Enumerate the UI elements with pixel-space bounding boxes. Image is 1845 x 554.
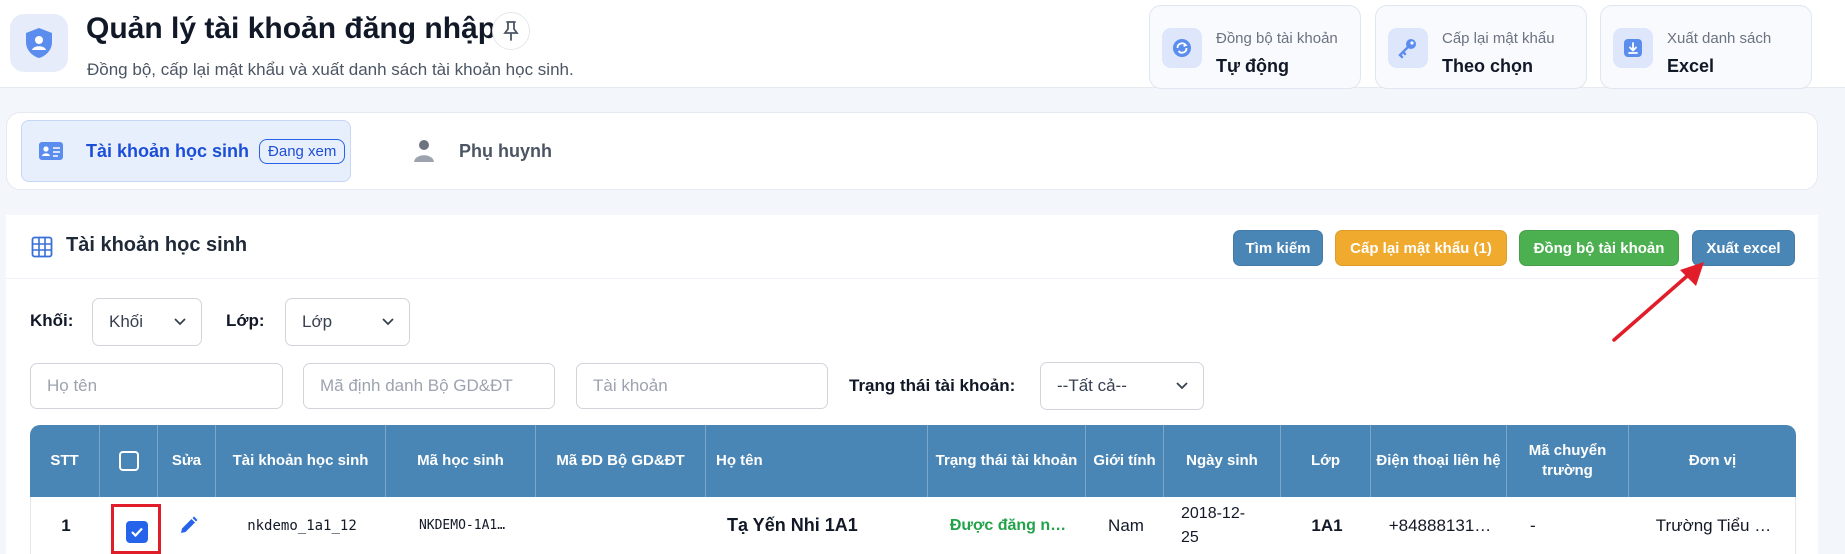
tab-label: Phụ huynh xyxy=(459,140,552,161)
row-select-highlight xyxy=(111,504,161,554)
summary-card-label: Đồng bộ tài khoản xyxy=(1216,30,1338,47)
grade-filter-label: Khối: xyxy=(30,311,74,330)
summary-card-reset-password: Cấp lại mật khẩu Theo chọn xyxy=(1375,5,1587,89)
column-header-status: Trạng thái tài khoản xyxy=(928,425,1086,497)
grade-select-value: Khối xyxy=(109,312,144,331)
tab-parents[interactable]: Phụ huynh xyxy=(395,120,595,182)
student-accounts-panel: Tài khoản học sinh Tìm kiếm Cấp lại mật … xyxy=(6,215,1818,554)
cell-phone: +84888131… xyxy=(1388,515,1492,535)
page-subtitle: Đồng bộ, cấp lại mật khẩu và xuất danh s… xyxy=(87,60,574,79)
column-header-unit: Đơn vị xyxy=(1688,451,1737,469)
pin-button[interactable] xyxy=(492,12,530,50)
column-header-edit: Sửa xyxy=(158,425,216,497)
class-select-value: Lớp xyxy=(302,312,333,331)
row-select-checkbox[interactable] xyxy=(126,521,148,543)
column-header-select[interactable] xyxy=(100,425,158,497)
tab-label: Tài khoản học sinh xyxy=(86,140,250,161)
class-filter-label: Lớp: xyxy=(226,311,265,330)
account-status-select[interactable]: --Tất cả-- xyxy=(1040,362,1204,410)
cell-account: nkdemo_1a1_12 xyxy=(247,517,357,534)
table-row: 1 nkdemo_1a1_12 NKDEMO-1A1… Tạ Yến Nhi 1… xyxy=(30,497,1796,554)
summary-card-export: Xuất danh sách Excel xyxy=(1600,5,1812,89)
column-header-account: Tài khoản học sinh xyxy=(216,425,386,497)
cell-gender: Nam xyxy=(1108,515,1144,535)
page-title: Quản lý tài khoản đăng nhập xyxy=(86,12,497,45)
annotation-arrow xyxy=(1612,262,1704,342)
page-header: Quản lý tài khoản đăng nhập Đồng bộ, cấp… xyxy=(0,0,1845,89)
cell-transfer-code: - xyxy=(1530,515,1536,535)
edit-button[interactable] xyxy=(159,497,217,554)
grade-select[interactable]: Khối xyxy=(92,298,202,346)
cell-stt: 1 xyxy=(61,515,71,535)
sync-icon xyxy=(1162,28,1202,68)
shield-user-icon xyxy=(10,14,68,72)
reset-password-button[interactable]: Cấp lại mật khẩu (1) xyxy=(1335,230,1507,266)
chevron-down-icon xyxy=(382,318,394,326)
key-icon xyxy=(1388,28,1428,68)
pencil-icon xyxy=(181,516,198,533)
panel-header: Tài khoản học sinh Tìm kiếm Cấp lại mật … xyxy=(6,215,1818,279)
users-icon xyxy=(409,136,439,166)
cell-status: Được đăng n… xyxy=(949,516,1067,534)
cell-class: 1A1 xyxy=(1311,515,1343,535)
moet-id-input[interactable]: Mã định danh Bộ GD&ĐT xyxy=(303,363,555,409)
column-header-student-code: Mã học sinh xyxy=(386,425,536,497)
summary-card-label: Cấp lại mật khẩu xyxy=(1442,30,1555,47)
tab-active-badge: Đang xem xyxy=(259,138,346,164)
check-icon xyxy=(131,527,143,538)
select-all-checkbox[interactable] xyxy=(118,451,139,471)
chevron-down-icon xyxy=(174,318,186,326)
cell-moet-id xyxy=(537,497,707,554)
class-select[interactable]: Lớp xyxy=(285,298,410,346)
summary-card-label: Xuất danh sách xyxy=(1667,30,1772,47)
column-header-class: Lớp xyxy=(1281,425,1371,497)
table-header: STT Sửa Tài khoản học sinh Mã học sinh M… xyxy=(30,425,1796,497)
summary-card-sync: Đồng bộ tài khoản Tự động xyxy=(1149,5,1361,89)
pin-icon xyxy=(503,21,519,41)
cell-dob: 2018-12- 25 xyxy=(1181,504,1246,546)
panel-title: Tài khoản học sinh xyxy=(66,234,248,256)
column-header-stt: STT xyxy=(30,425,100,497)
summary-card-value: Tự động xyxy=(1216,56,1290,76)
column-header-phone: Điện thoại liên hệ xyxy=(1371,425,1507,497)
column-header-dob: Ngày sinh xyxy=(1164,425,1281,497)
column-header-moet-id: Mã ĐD Bộ GD&ĐT xyxy=(536,425,706,497)
cell-student-code: NKDEMO-1A1… xyxy=(418,518,506,533)
student-accounts-table: STT Sửa Tài khoản học sinh Mã học sinh M… xyxy=(30,425,1796,554)
account-input[interactable]: Tài khoản xyxy=(576,363,828,409)
cell-unit: Trường Tiểu … xyxy=(1655,515,1772,535)
tabs-panel: Tài khoản học sinh Đang xem Phụ huynh xyxy=(6,112,1818,190)
name-input[interactable]: Họ tên xyxy=(30,363,283,409)
chevron-down-icon xyxy=(1176,382,1188,390)
account-status-label: Trạng thái tài khoản: xyxy=(849,376,1016,395)
summary-card-value: Excel xyxy=(1667,56,1715,76)
download-icon xyxy=(1613,28,1653,68)
search-button[interactable]: Tìm kiếm xyxy=(1233,230,1323,266)
cell-name: Tạ Yến Nhi 1A1 xyxy=(727,515,858,535)
column-header-transfer-code: Mã chuyển trường xyxy=(1507,425,1629,497)
table-grid-icon xyxy=(31,236,53,258)
column-header-gender: Giới tính xyxy=(1086,425,1164,497)
account-status-value: --Tất cả-- xyxy=(1057,376,1127,395)
tab-student-accounts[interactable]: Tài khoản học sinh Đang xem xyxy=(21,120,351,182)
id-card-icon xyxy=(36,136,66,166)
summary-card-value: Theo chọn xyxy=(1442,56,1533,76)
column-header-name: Họ tên xyxy=(706,425,928,497)
